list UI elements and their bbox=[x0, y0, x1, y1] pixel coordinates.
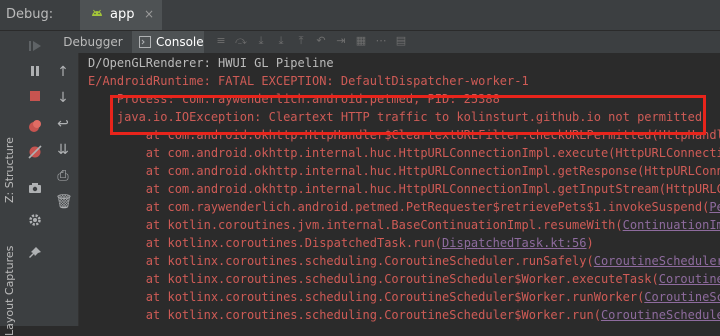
stop-icon[interactable] bbox=[27, 88, 43, 104]
app-run-tab[interactable]: app × bbox=[80, 0, 162, 30]
tab-debugger[interactable]: Debugger bbox=[63, 31, 123, 53]
stacktrace-link[interactable]: ContinuationImpl bbox=[623, 218, 720, 232]
console-line: at com.raywenderlich.android.petmed.PetR… bbox=[88, 198, 720, 216]
console-line: at com.android.okhttp.internal.huc.HttpU… bbox=[88, 146, 720, 160]
down-arrow-icon[interactable]: ↓ bbox=[55, 90, 71, 106]
console-line: at kotlinx.coroutines.scheduling.Corouti… bbox=[88, 270, 720, 288]
tab-console[interactable]: Console bbox=[132, 31, 204, 53]
mute-breakpoints-icon[interactable] bbox=[27, 144, 43, 160]
app-tab-label: app bbox=[110, 7, 135, 22]
console-icon bbox=[139, 36, 151, 48]
console-line: D/OpenGLRenderer: HWUI GL Pipeline bbox=[88, 56, 334, 70]
trash-icon[interactable]: 🗑 bbox=[55, 194, 73, 210]
console-line: at com.android.okhttp.internal.huc.HttpU… bbox=[88, 182, 720, 196]
stacktrace-link[interactable]: DispatchedTask.kt:56 bbox=[442, 236, 587, 250]
up-arrow-icon[interactable]: ↑ bbox=[55, 64, 71, 80]
title-bar-filler bbox=[178, 0, 720, 30]
breakpoints-icon[interactable] bbox=[27, 118, 43, 134]
stacktrace-link[interactable]: PetR bbox=[709, 200, 720, 214]
trace-icon[interactable]: ⋯ bbox=[374, 34, 388, 48]
restore-layout-icon[interactable]: ▤ bbox=[394, 34, 408, 48]
console-line: at kotlinx.coroutines.DispatchedTask.run… bbox=[88, 236, 594, 250]
console-line: E/AndroidRuntime: FATAL EXCEPTION: Defau… bbox=[88, 74, 529, 88]
tab-console-label: Console bbox=[156, 35, 204, 49]
console-tool-column: ↑ ↓ ↩ ⇊ ⎙ 🗑 bbox=[48, 53, 79, 326]
step-over-icon[interactable]: ⤼ bbox=[234, 34, 248, 48]
settings-icon[interactable] bbox=[27, 212, 43, 228]
soft-wrap-icon[interactable]: ↩ bbox=[55, 116, 71, 132]
debug-label: Debug: bbox=[6, 7, 54, 22]
stacktrace-link[interactable]: CoroutineSched bbox=[644, 290, 720, 304]
stacktrace-link[interactable]: CoroutineScheduler.k bbox=[594, 254, 720, 268]
close-tab-icon[interactable]: × bbox=[144, 7, 154, 21]
console-line: at kotlin.coroutines.jvm.internal.BaseCo… bbox=[88, 216, 720, 234]
left-tool-window-strip: Z: Structure Layout Captures bbox=[0, 31, 23, 336]
debug-tab-bar: Debugger Console ≡ ⤼ ⤓ ⤓ ⤒ ↶ ⇥ ▦ ⋯ ▤ bbox=[48, 31, 720, 54]
stacktrace-link[interactable]: CoroutineSche bbox=[659, 272, 720, 286]
print-icon[interactable]: ⎙ bbox=[55, 168, 71, 184]
exception-highlight-box bbox=[110, 95, 706, 135]
step-into-icon[interactable]: ⤓ bbox=[254, 34, 268, 48]
stacktrace-link[interactable]: CoroutineScheduler bbox=[601, 308, 720, 322]
console-line: at com.android.okhttp.internal.huc.HttpU… bbox=[88, 164, 720, 178]
structure-tool-tab[interactable]: Z: Structure bbox=[3, 137, 16, 203]
android-icon bbox=[92, 9, 102, 16]
drop-frame-icon[interactable]: ↶ bbox=[314, 34, 328, 48]
rerun-icon[interactable] bbox=[27, 38, 43, 54]
console-line: at kotlinx.coroutines.scheduling.Corouti… bbox=[88, 306, 720, 324]
camera-icon[interactable] bbox=[27, 180, 43, 196]
evaluate-expression-icon[interactable]: ▦ bbox=[354, 34, 368, 48]
run-to-cursor-icon[interactable]: ⇥ bbox=[334, 34, 348, 48]
console-line: at kotlinx.coroutines.scheduling.Corouti… bbox=[88, 252, 720, 270]
force-step-into-icon[interactable]: ⤓ bbox=[274, 34, 288, 48]
layout-captures-tool-tab[interactable]: Layout Captures bbox=[3, 246, 16, 336]
step-out-icon[interactable]: ⤒ bbox=[294, 34, 308, 48]
show-execution-point-icon[interactable]: ≡ bbox=[214, 34, 228, 48]
scroll-to-end-icon[interactable]: ⇊ bbox=[55, 142, 71, 158]
debug-action-sidebar bbox=[22, 31, 49, 326]
console-line: at kotlinx.coroutines.scheduling.Corouti… bbox=[88, 288, 720, 306]
pin-icon[interactable] bbox=[27, 245, 43, 261]
pause-icon[interactable] bbox=[27, 63, 43, 79]
console-output[interactable]: D/OpenGLRenderer: HWUI GL Pipeline E/Andr… bbox=[79, 53, 720, 326]
